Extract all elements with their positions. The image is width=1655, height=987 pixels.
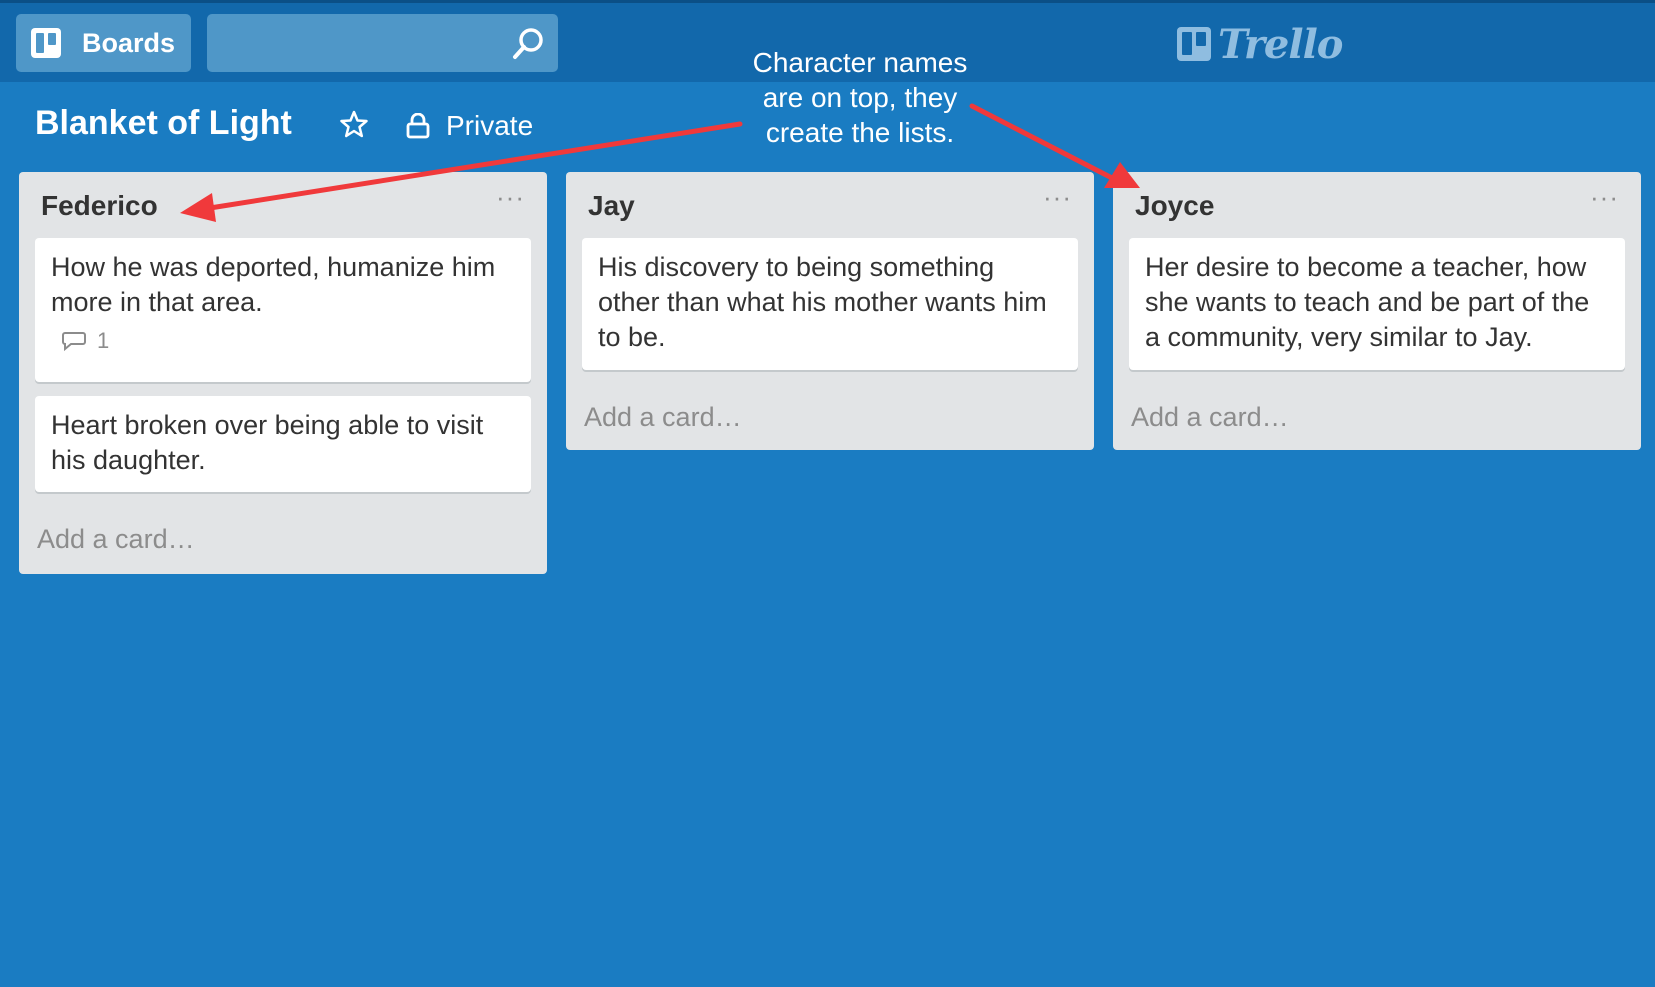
trello-logo[interactable]: Trello (1176, 20, 1343, 68)
board-title[interactable]: Blanket of Light (35, 104, 292, 143)
list-title[interactable]: Federico (41, 190, 158, 222)
star-icon[interactable] (340, 110, 368, 138)
list-card[interactable]: His discovery to being something other t… (582, 238, 1078, 370)
card-text: His discovery to being something other t… (598, 252, 1047, 352)
trello-logo-icon (1177, 27, 1211, 61)
list-header[interactable]: Federico ··· (19, 172, 547, 236)
list-header[interactable]: Joyce ··· (1113, 172, 1641, 236)
annotation-line: create the lists. (765, 117, 955, 148)
list-title[interactable]: Joyce (1135, 190, 1214, 222)
boards-label: Boards (82, 27, 176, 58)
list-card[interactable]: Heart broken over being able to visit hi… (35, 396, 531, 492)
list-menu-icon[interactable]: ··· (496, 182, 525, 213)
annotation-callout: Character names are on top, they create … (700, 45, 1020, 150)
lock-icon (406, 113, 430, 139)
comment-icon (62, 332, 86, 352)
search-icon[interactable] (511, 26, 547, 62)
annotation-line: are on top, they (762, 82, 958, 113)
card-text: Heart broken over being able to visit hi… (51, 410, 484, 475)
boards-button[interactable]: Boards (16, 14, 191, 72)
annotation-line: Character names (752, 47, 968, 78)
comment-count: 1 (97, 328, 110, 353)
visibility-button[interactable]: Private (406, 106, 533, 146)
list-menu-icon[interactable]: ··· (1590, 182, 1619, 213)
list-joyce: Joyce ··· Her desire to become a teacher… (1113, 172, 1641, 450)
search-input[interactable] (207, 14, 558, 72)
list-title[interactable]: Jay (588, 190, 635, 222)
list-card[interactable]: Her desire to become a teacher, how she … (1129, 238, 1625, 370)
card-text: Her desire to become a teacher, how she … (1145, 252, 1590, 352)
add-card-button[interactable]: Add a card… (1131, 402, 1289, 433)
add-card-button[interactable]: Add a card… (37, 524, 195, 555)
list-card[interactable]: How he was deported, humanize him more i… (35, 238, 531, 382)
list-menu-icon[interactable]: ··· (1043, 182, 1072, 213)
list-header[interactable]: Jay ··· (566, 172, 1094, 236)
list-federico: Federico ··· How he was deported, humani… (19, 172, 547, 574)
visibility-label: Private (446, 110, 534, 141)
logo-text: Trello (1218, 20, 1343, 68)
list-jay: Jay ··· His discovery to being something… (566, 172, 1094, 450)
boards-icon (31, 28, 61, 58)
add-card-button[interactable]: Add a card… (584, 402, 742, 433)
card-text: How he was deported, humanize him more i… (51, 252, 496, 317)
comments-badge: 1 (61, 328, 515, 354)
